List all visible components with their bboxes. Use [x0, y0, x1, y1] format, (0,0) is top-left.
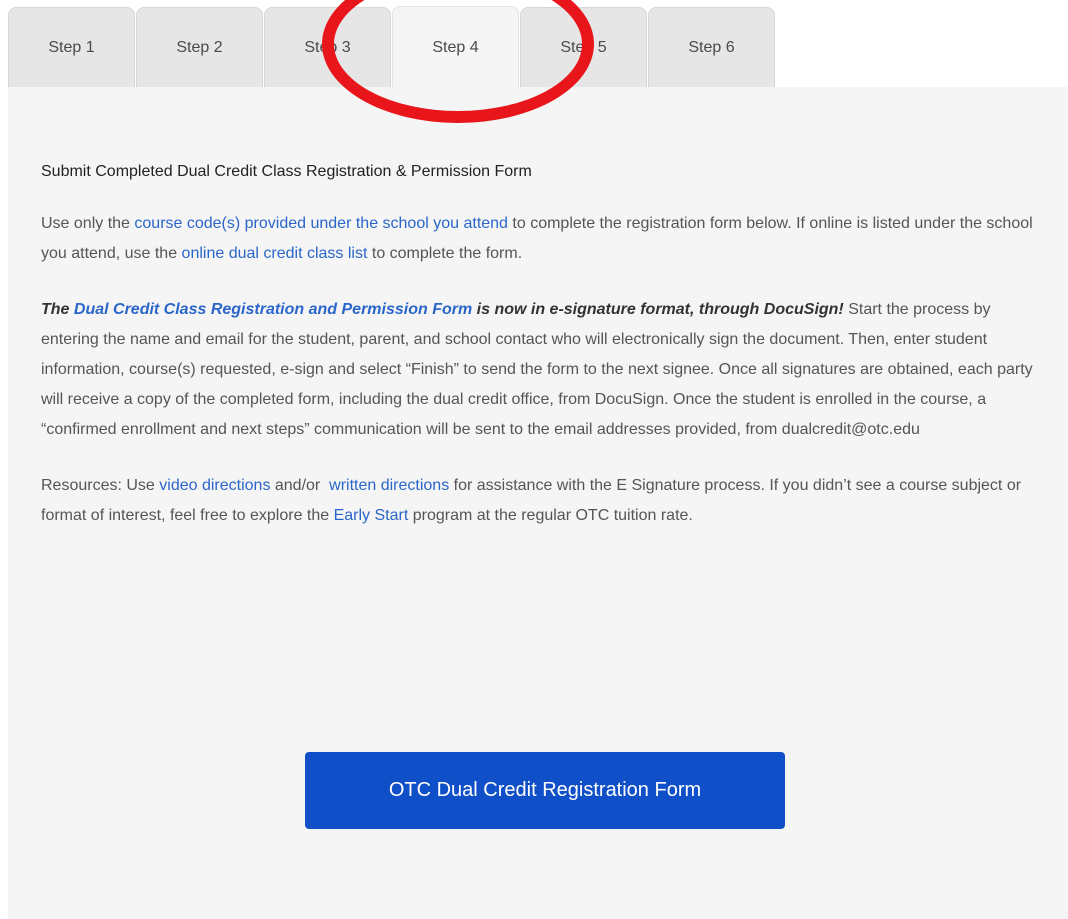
course-codes-link[interactable]: course code(s) provided under the school… [134, 215, 508, 232]
instructions-paragraph: Use only the course code(s) provided und… [41, 209, 1051, 269]
text: and/or [270, 477, 330, 494]
tab-panel: Submit Completed Dual Credit Class Regis… [8, 87, 1068, 919]
emphasis-text: The [41, 301, 74, 318]
registration-form-link[interactable]: Dual Credit Class Registration and Permi… [74, 301, 472, 318]
early-start-link[interactable]: Early Start [334, 507, 409, 524]
section-heading: Submit Completed Dual Credit Class Regis… [41, 163, 532, 180]
tab-step-4[interactable]: Step 4 [392, 6, 519, 88]
tab-label: Step 1 [48, 39, 95, 56]
tab-label: Step 5 [560, 39, 607, 56]
panel-content: Submit Completed Dual Credit Class Regis… [41, 157, 1051, 557]
tab-step-5[interactable]: Step 5 [520, 7, 647, 88]
tab-step-3[interactable]: Step 3 [264, 7, 391, 88]
tab-label: Step 2 [176, 39, 223, 56]
text: Resources: Use [41, 477, 160, 494]
online-class-list-link[interactable]: online dual credit class list [182, 245, 368, 262]
tab-step-2[interactable]: Step 2 [136, 7, 263, 88]
text: Start the process by entering the name a… [41, 301, 1033, 438]
page: Step 1 Step 2 Step 3 Step 4 Step 5 Step … [0, 0, 1068, 919]
text: to complete the form. [367, 245, 523, 262]
step-tabs: Step 1 Step 2 Step 3 Step 4 Step 5 Step … [8, 6, 776, 88]
esignature-paragraph: The Dual Credit Class Registration and P… [41, 295, 1051, 445]
written-directions-link[interactable]: written directions [329, 477, 449, 494]
text: Use only the [41, 215, 135, 232]
tab-label: Step 4 [432, 38, 479, 56]
tab-label: Step 3 [304, 39, 351, 56]
registration-form-button[interactable]: OTC Dual Credit Registration Form [305, 752, 785, 829]
text: program at the regular OTC tuition rate. [408, 507, 693, 524]
video-directions-link[interactable]: video directions [159, 477, 270, 494]
tab-step-1[interactable]: Step 1 [8, 7, 135, 88]
tab-label: Step 6 [688, 39, 735, 56]
button-wrapper: OTC Dual Credit Registration Form [305, 752, 785, 829]
resources-paragraph: Resources: Use video directions and/or w… [41, 471, 1051, 531]
emphasis-text: is now in e-signature format, through Do… [472, 301, 844, 318]
tab-step-6[interactable]: Step 6 [648, 7, 775, 88]
